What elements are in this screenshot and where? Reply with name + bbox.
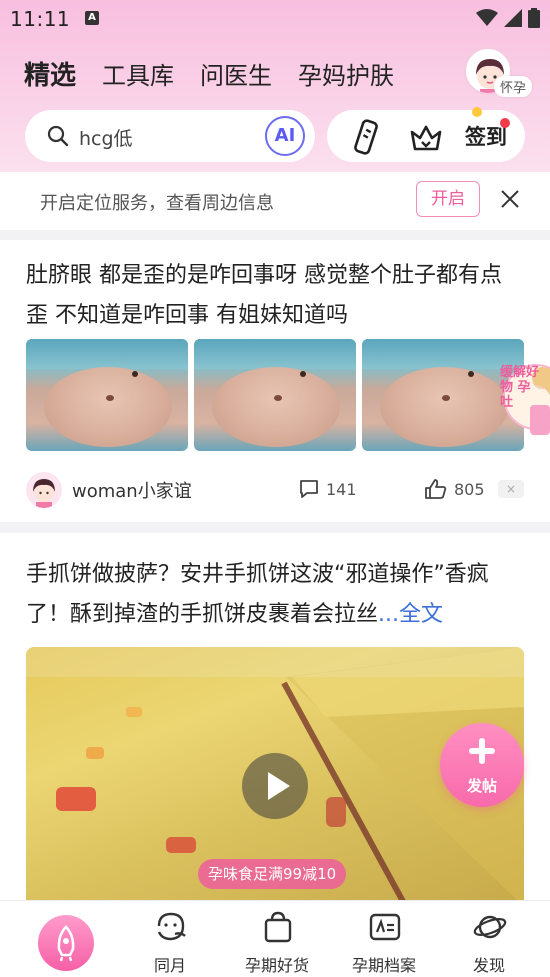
post-title[interactable]: 肚脐眼 都是歪的是咋回事呀 感觉整个肚子都有点歪 不知道是咋回事 有姐妹知道吗 [26,256,516,336]
feed-post[interactable]: 肚脐眼 都是歪的是咋回事呀 感觉整个肚子都有点歪 不知道是咋回事 有姐妹知道吗 … [0,240,550,522]
top-header-area: 11:11 A 精选 工具库 问医生 孕妈护肤 怀孕 hcg低 AI 签到 [0,0,550,172]
battery-icon [528,8,540,28]
status-time: 11:11 [10,7,71,31]
dismiss-post-button[interactable]: × [498,480,524,498]
create-post-label: 发帖 [466,777,497,795]
promo-tag[interactable]: 孕味食足满99减10 [198,859,347,889]
post-author[interactable]: woman小家谊 [26,472,192,508]
comment-icon [300,480,318,498]
play-button[interactable] [242,753,308,819]
like-button[interactable]: 805 [424,478,485,500]
play-icon [268,772,290,800]
nav-shop-label: 孕期好货 [244,956,309,975]
comment-button[interactable]: 141 [298,478,357,500]
tab-featured[interactable]: 精选 [24,55,76,92]
post-images [26,339,524,451]
coin-icon [472,107,482,117]
search-input[interactable]: hcg低 [79,124,133,151]
system-status-icons [476,8,540,28]
crown-basket-icon[interactable] [409,122,443,152]
read-more-link[interactable]: ...全文 [378,602,443,627]
bottom-navigation: 同月 孕期好货 孕期档案 发现 [0,900,550,977]
search-icon [47,125,69,147]
pregnancy-stage-badge[interactable]: 怀孕 [494,76,533,97]
thumbs-up-icon [425,479,447,499]
pregnancy-test-icon[interactable] [353,119,379,155]
nav-shop[interactable]: 孕期好货 [222,901,332,977]
home-rocket-icon [38,915,94,971]
nav-discover[interactable]: 发现 [434,901,544,977]
shopping-bag-icon [264,911,292,943]
tab-tools[interactable]: 工具库 [102,56,174,91]
top-tabs: 精选 工具库 问医生 孕妈护肤 [24,55,420,92]
author-avatar[interactable] [26,472,62,508]
nav-home[interactable] [0,901,110,977]
nav-same-month-label: 同月 [153,956,186,975]
profile-card-icon [369,913,401,941]
tab-skincare[interactable]: 孕妈护肤 [298,56,394,91]
search-bar[interactable]: hcg低 AI [25,110,315,162]
location-message: 开启定位服务，查看周边信息 [40,193,274,214]
location-prompt: 开启定位服务，查看周边信息 开启 [0,172,550,230]
same-month-icon [157,912,186,941]
nav-same-month[interactable]: 同月 [115,901,225,977]
ai-assistant-button[interactable]: AI [265,116,305,156]
enable-location-button[interactable]: 开启 [416,181,480,217]
nav-discover-label: 发现 [472,956,505,975]
notification-dot [500,118,510,128]
comment-count: 141 [326,479,357,499]
close-icon[interactable] [499,188,521,210]
author-avatar-icon [33,479,55,508]
planet-icon [473,915,507,939]
status-bar: 11:11 A [0,0,550,38]
post-image[interactable] [26,339,188,451]
tab-ask-doctor[interactable]: 问医生 [200,56,272,91]
floating-promo-label: 缓解好物 孕吐 [500,365,540,410]
post-image[interactable] [194,339,356,451]
signal-icon [504,9,522,27]
nav-records[interactable]: 孕期档案 [329,901,439,977]
nav-records-label: 孕期档案 [351,956,416,975]
wifi-icon [476,9,498,26]
create-post-button[interactable]: 发帖 [440,723,524,807]
author-name[interactable]: woman小家谊 [72,477,192,503]
notification-icon: A [85,11,99,25]
plus-icon [469,738,495,764]
quick-actions: 签到 [327,107,525,162]
feed-post-video[interactable]: 手抓饼做披萨？安井手抓饼这波“邪道操作”香疯了！酥到掉渣的手抓饼皮裹着会拉丝..… [0,533,550,900]
post-title[interactable]: 手抓饼做披萨？安井手抓饼这波“邪道操作”香疯了！酥到掉渣的手抓饼皮裹着会拉丝..… [26,555,526,635]
like-count: 805 [454,479,485,499]
